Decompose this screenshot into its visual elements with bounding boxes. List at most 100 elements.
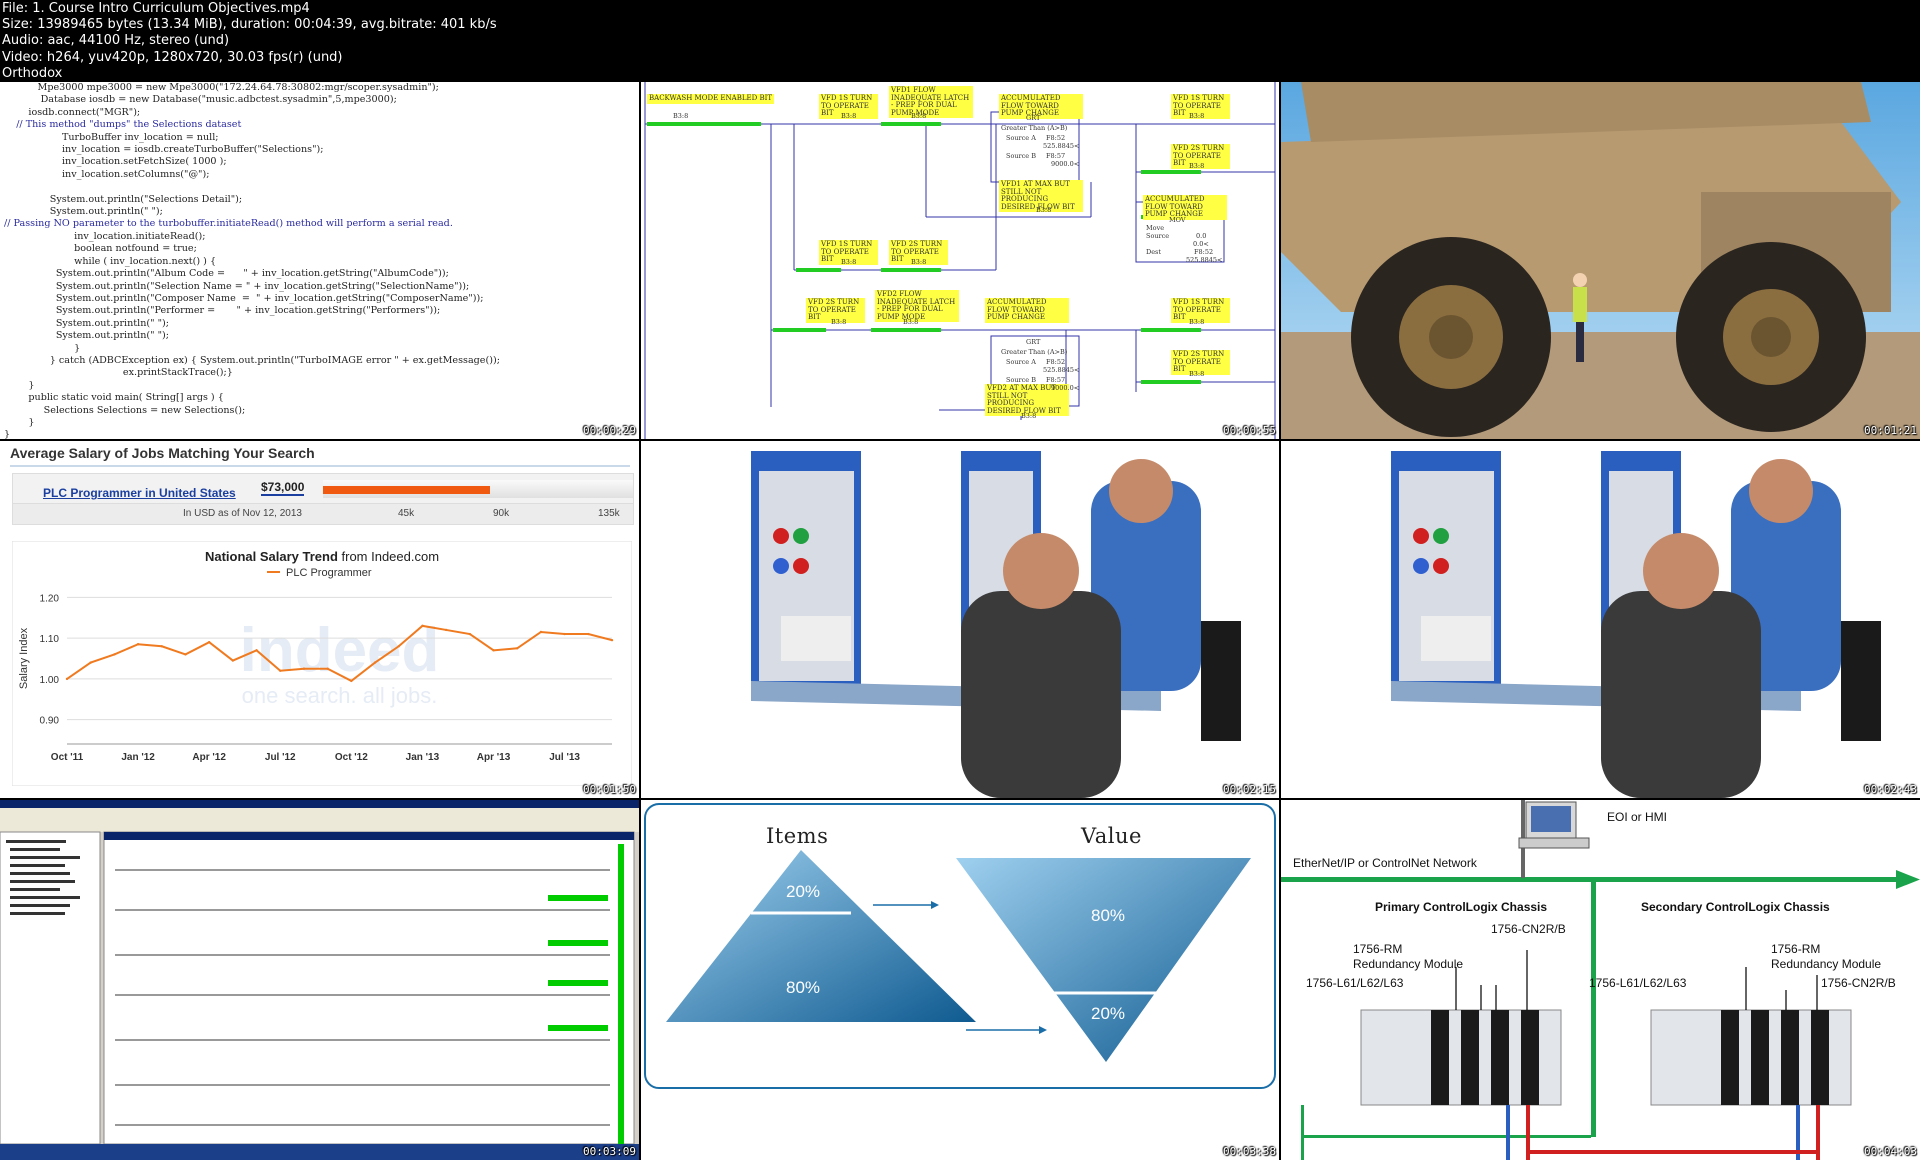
- data-point: [160, 645, 163, 648]
- secondary-cn2r-label: 1756-CN2R/B: [1821, 976, 1896, 990]
- code-line: System.out.println(" ");: [4, 206, 163, 218]
- code-line: inv_location.initiateRead();: [4, 230, 206, 242]
- primary-chassis-label: Primary ControlLogix Chassis: [1375, 900, 1548, 914]
- bit-address: B3:8: [1189, 112, 1205, 120]
- data-point: [610, 638, 614, 642]
- thumbnail-ladder-logic[interactable]: BACKWASH MODE ENABLED BIT VFD 1S TURN TO…: [641, 82, 1279, 439]
- secondary-l6x-label: 1756-L61/L62/L63: [1589, 976, 1687, 990]
- timestamp: 00:02:43: [1864, 783, 1917, 796]
- scale-90k: 90k: [493, 508, 510, 519]
- code-line: } catch (ADBCException ex) { System.out.…: [4, 354, 500, 366]
- thumbnail-code[interactable]: Mpe3000 mpe3000 = new Mpe3000("172.24.64…: [0, 82, 639, 439]
- ladder-label: VFD1 FLOW INADEQUATE LATCH - PREP FOR DU…: [889, 86, 973, 118]
- bit-address: B3:8: [673, 112, 689, 120]
- grt-title: GRT: [1026, 114, 1041, 122]
- data-point: [136, 643, 140, 646]
- job-link[interactable]: PLC Programmer in United States: [43, 486, 236, 500]
- data-point: [421, 624, 424, 628]
- asof-text: In USD as of Nov 12, 2013: [183, 508, 302, 519]
- salary-bar: [323, 486, 490, 494]
- data-point: [373, 661, 377, 664]
- data-point: [207, 640, 211, 644]
- y-tick-label: 1.00: [40, 675, 60, 686]
- thumbnail-network-diagram[interactable]: EOI or HMI EtherNet/IP or ControlNet Net…: [1281, 800, 1920, 1160]
- bit-address: B3:8: [903, 318, 919, 326]
- file-info-header: File: 1. Course Intro Curriculum Objecti…: [0, 0, 1920, 82]
- video-info-line: Video: h264, yuv420p, 1280x720, 30.03 fp…: [2, 49, 343, 65]
- data-point: [397, 645, 400, 648]
- thumbnail-trainer-2[interactable]: 00:02:43: [1281, 441, 1920, 798]
- source-b: Source B: [1006, 152, 1036, 160]
- mov-source: Source: [1146, 232, 1170, 240]
- title-divider: [10, 465, 630, 467]
- secondary-rm-sub: Redundancy Module: [1771, 957, 1882, 971]
- timestamp: 00:00:29: [583, 424, 636, 437]
- source-a-value: F8:52: [1046, 134, 1066, 142]
- timestamp: 00:02:15: [1223, 783, 1276, 796]
- data-point: [539, 630, 543, 634]
- timestamp: 00:01:21: [1864, 424, 1917, 437]
- salary-title: Average Salary of Jobs Matching Your Sea…: [10, 445, 315, 461]
- thumbnail-pareto-pyramid[interactable]: Items Value 20% 80% 80% 20% 00:03:38: [641, 800, 1279, 1160]
- data-point: [89, 661, 92, 664]
- code-line: inv_location.setColumns("@");: [4, 168, 210, 180]
- source-b-value: F8:57: [1046, 152, 1066, 160]
- thumbnail-mining-truck[interactable]: 00:01:21: [1281, 82, 1920, 439]
- thumbnail-grid: Mpe3000 mpe3000 = new Mpe3000("172.24.64…: [0, 82, 1920, 1160]
- tag-line: Orthodox: [2, 65, 63, 81]
- code-line: iosdb.connect("MGR");: [4, 106, 141, 118]
- source-a-value2: 525.8845<: [1043, 366, 1080, 374]
- mining-truck-photo: [1281, 82, 1920, 439]
- secondary-chassis-label: Secondary ControlLogix Chassis: [1641, 900, 1830, 914]
- bit-address: B3:8: [1189, 318, 1205, 326]
- timestamp: 00:00:55: [1223, 424, 1276, 437]
- code-line: // This method "dumps" the Selections da…: [4, 119, 242, 131]
- legend-label: PLC Programmer: [286, 567, 372, 579]
- mov-source-value: 0.0: [1196, 232, 1207, 240]
- data-point: [302, 667, 306, 670]
- file-name-line: File: 1. Course Intro Curriculum Objecti…: [2, 1, 310, 16]
- bit-address: B3:8: [911, 112, 927, 120]
- code-line: inv_location.setFetchSize( 1000 );: [4, 156, 227, 168]
- code-line: Mpe3000 mpe3000 = new Mpe3000("172.24.64…: [4, 82, 439, 93]
- data-point: [255, 649, 258, 652]
- data-point: [231, 659, 235, 662]
- data-point: [516, 647, 519, 650]
- scale-135k: 135k: [598, 508, 620, 519]
- salary-trend-chart: indeedone search. all jobs.National Sala…: [12, 541, 632, 786]
- bit-address: B3:8: [1021, 412, 1037, 420]
- items-top-pct: 20%: [786, 882, 821, 901]
- data-point: [113, 653, 116, 656]
- audio-info-line: Audio: aac, 44100 Hz, stereo (und): [2, 33, 230, 49]
- y-tick-label: 1.10: [40, 634, 60, 645]
- x-tick-label: Oct '11: [51, 752, 84, 763]
- mov-dest-value: F8:52: [1194, 248, 1214, 256]
- code-line: public static void main( String[] args )…: [4, 392, 224, 404]
- data-point: [65, 677, 69, 681]
- y-tick-label: 1.20: [40, 593, 60, 604]
- code-line: }: [4, 429, 11, 439]
- code-line: }: [4, 416, 35, 428]
- thumbnail-salary-chart[interactable]: Average Salary of Jobs Matching Your Sea…: [0, 441, 639, 798]
- chart-title: National Salary Trend from Indeed.com: [205, 549, 439, 564]
- y-axis-label: Salary Index: [18, 627, 30, 689]
- thumbnail-rslogix[interactable]: 00:03:09: [0, 800, 639, 1160]
- data-point: [587, 632, 590, 636]
- code-line: Database iosdb = new Database("music.adb…: [4, 94, 397, 106]
- thumbnail-trainer-1[interactable]: 00:02:15: [641, 441, 1279, 798]
- mov-dest: Dest: [1146, 248, 1162, 256]
- timestamp: 00:03:38: [1223, 1145, 1276, 1158]
- code-line: System.out.println("Performer = " + inv_…: [4, 305, 441, 317]
- code-line: System.out.println("Composer Name = " + …: [4, 292, 484, 304]
- source-b-value: F8:57: [1046, 376, 1066, 384]
- salary-scale-row: In USD as of Nov 12, 2013 45k 90k 135k: [12, 503, 634, 525]
- source-a-value2: 525.8845<: [1043, 142, 1080, 150]
- items-heading: Items: [766, 824, 829, 848]
- value-top-pct: 80%: [1091, 906, 1126, 925]
- x-tick-label: Apr '12: [192, 752, 226, 763]
- source-a: Source A: [1006, 358, 1036, 366]
- y-tick-label: 0.90: [40, 716, 60, 727]
- primary-rm-label: 1756-RM: [1353, 942, 1403, 956]
- grt-text: Greater Than (A>B): [1001, 348, 1068, 356]
